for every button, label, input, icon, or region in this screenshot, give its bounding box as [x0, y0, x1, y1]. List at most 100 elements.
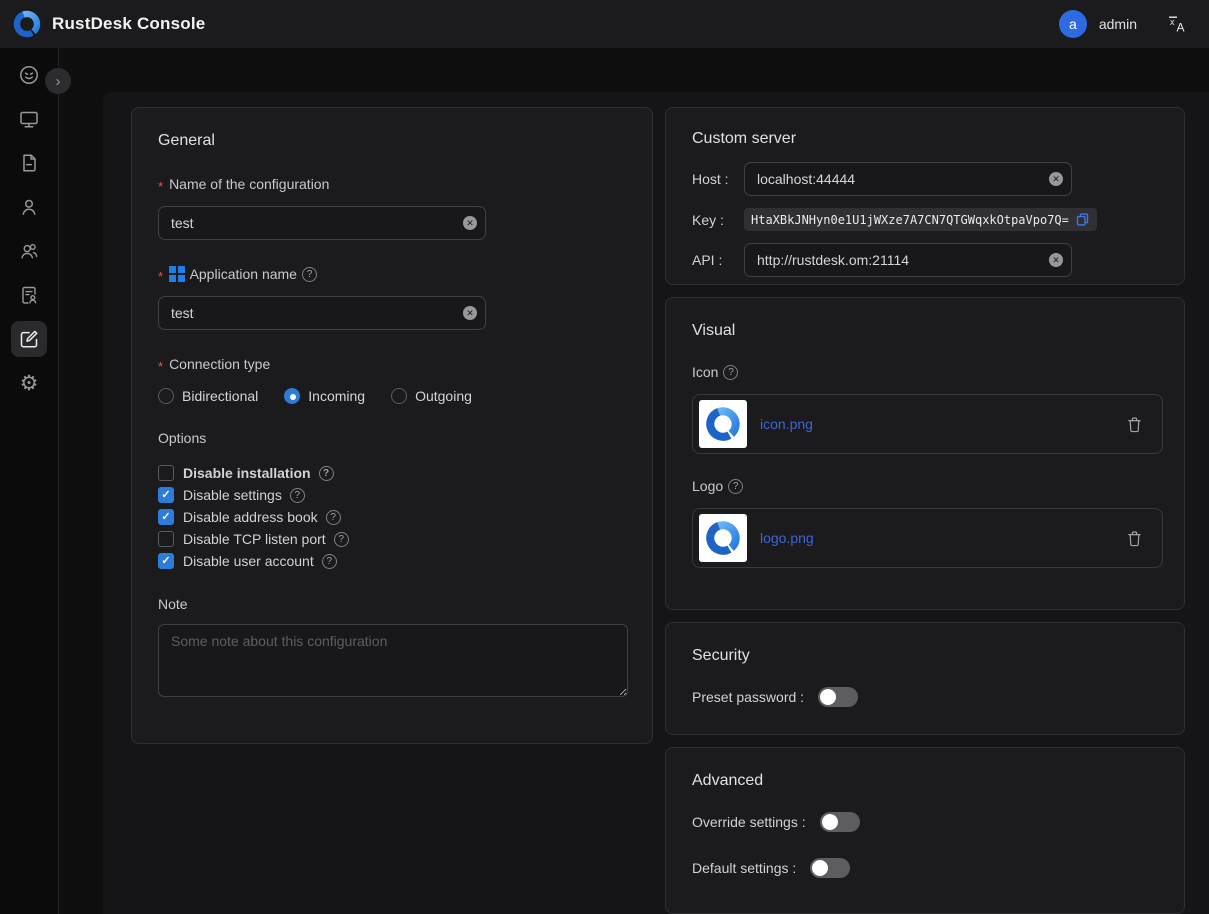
clear-icon[interactable]: ✕	[1049, 172, 1063, 186]
options-checklist: ✓ Disable installation? ✓ Disable settings?…	[158, 462, 626, 572]
config-name-label: * Name of the configuration	[158, 176, 626, 192]
checkbox-disable-settings[interactable]: ✓ Disable settings?	[158, 484, 626, 506]
brand: RustDesk Console	[12, 9, 205, 39]
sidebar-item-custom-clients[interactable]	[11, 321, 47, 357]
sidebar-item-devices[interactable]	[11, 101, 47, 137]
radio-incoming[interactable]: Incoming	[284, 388, 365, 404]
checkbox-box[interactable]: ✓	[158, 487, 174, 503]
default-settings-toggle[interactable]	[810, 858, 850, 878]
default-settings-label: Default settings :	[692, 860, 796, 876]
clear-icon[interactable]: ✕	[463, 216, 477, 230]
advanced-title: Advanced	[692, 772, 1158, 790]
checkbox-disable-address-book[interactable]: ✓ Disable address book?	[158, 506, 626, 528]
help-icon[interactable]: ?	[326, 510, 341, 525]
monitor-icon	[18, 108, 40, 130]
visual-title: Visual	[692, 322, 1158, 340]
users-group-icon	[18, 240, 40, 262]
config-name-input[interactable]	[158, 206, 486, 240]
clear-icon[interactable]: ✕	[1049, 253, 1063, 267]
sidebar-item-address-books[interactable]	[11, 277, 47, 313]
sidebar-item-dashboard[interactable]	[11, 57, 47, 93]
help-icon[interactable]: ?	[728, 479, 743, 494]
api-label: API :	[692, 252, 744, 268]
logo-label: Logo ?	[692, 478, 1158, 494]
checkbox-label: Disable settings	[183, 487, 282, 503]
checkbox-box[interactable]: ✓	[158, 553, 174, 569]
security-title: Security	[692, 647, 1158, 665]
avatar[interactable]: a	[1059, 10, 1087, 38]
checkbox-label: Disable TCP listen port	[183, 531, 326, 547]
sidebar-item-settings[interactable]: ⚙	[11, 365, 47, 401]
checkbox-label: Disable installation	[183, 465, 311, 481]
main-content: General * Name of the configuration ✕ * …	[59, 48, 1209, 914]
icon-thumbnail	[699, 400, 747, 448]
override-settings-toggle[interactable]	[820, 812, 860, 832]
key-label: Key :	[692, 212, 744, 228]
checkbox-disable-tcp-listen-port[interactable]: ✓ Disable TCP listen port?	[158, 528, 626, 550]
edit-square-icon	[18, 328, 40, 350]
options-label: Options	[158, 430, 626, 446]
icon-file-link[interactable]: icon.png	[760, 416, 813, 432]
sidebar-item-audit[interactable]	[11, 145, 47, 181]
help-icon[interactable]: ?	[334, 532, 349, 547]
radio-label: Incoming	[308, 388, 365, 404]
rustdesk-logo-icon	[704, 405, 742, 443]
preset-password-label: Preset password :	[692, 689, 804, 705]
connection-type-label: * Connection type	[158, 356, 626, 372]
advanced-card: Advanced Override settings : Default set…	[665, 747, 1185, 914]
security-card: Security Preset password :	[665, 622, 1185, 735]
visual-card: Visual Icon ? icon.png	[665, 297, 1185, 610]
help-icon[interactable]: ?	[302, 267, 317, 282]
document-user-icon	[18, 284, 40, 306]
checkbox-disable-user-account[interactable]: ✓ Disable user account?	[158, 550, 626, 572]
override-settings-label: Override settings :	[692, 814, 806, 830]
rustdesk-logo-icon	[704, 519, 742, 557]
checkbox-label: Disable user account	[183, 553, 314, 569]
radio-dot[interactable]	[284, 388, 300, 404]
checkbox-label: Disable address book	[183, 509, 318, 525]
application-name-input[interactable]	[158, 296, 486, 330]
copy-icon[interactable]	[1075, 212, 1090, 227]
checkbox-box[interactable]: ✓	[158, 465, 174, 481]
help-icon[interactable]: ?	[319, 466, 334, 481]
api-input[interactable]	[744, 243, 1072, 277]
radio-label: Bidirectional	[182, 388, 258, 404]
sidebar-item-users[interactable]	[11, 189, 47, 225]
help-icon[interactable]: ?	[290, 488, 305, 503]
radio-dot[interactable]	[158, 388, 174, 404]
sidebar: ›	[0, 48, 59, 914]
smiley-face-icon	[18, 64, 40, 86]
app-title: RustDesk Console	[52, 14, 205, 34]
host-input[interactable]	[744, 162, 1072, 196]
checkbox-box[interactable]: ✓	[158, 509, 174, 525]
username[interactable]: admin	[1099, 16, 1137, 32]
connection-type-radio-group: Bidirectional Incoming Outgoing	[158, 388, 626, 404]
help-icon[interactable]: ?	[723, 365, 738, 380]
general-card: General * Name of the configuration ✕ * …	[131, 107, 653, 744]
sidebar-item-groups[interactable]	[11, 233, 47, 269]
radio-dot[interactable]	[391, 388, 407, 404]
svg-text:x: x	[1170, 17, 1175, 27]
note-label: Note	[158, 596, 626, 612]
help-icon[interactable]: ?	[322, 554, 337, 569]
radio-outgoing[interactable]: Outgoing	[391, 388, 472, 404]
windows-icon	[169, 266, 185, 282]
custom-server-title: Custom server	[692, 130, 1158, 148]
radio-label: Outgoing	[415, 388, 472, 404]
trash-icon[interactable]	[1125, 415, 1144, 434]
translate-icon[interactable]: x A	[1167, 14, 1187, 34]
clear-icon[interactable]: ✕	[463, 306, 477, 320]
general-title: General	[158, 132, 626, 150]
checkbox-box[interactable]: ✓	[158, 531, 174, 547]
logo-file-link[interactable]: logo.png	[760, 530, 814, 546]
trash-icon[interactable]	[1125, 529, 1144, 548]
note-textarea[interactable]	[158, 624, 628, 697]
radio-bidirectional[interactable]: Bidirectional	[158, 388, 258, 404]
svg-text:A: A	[1177, 21, 1185, 35]
checkbox-disable-installation[interactable]: ✓ Disable installation?	[158, 462, 626, 484]
icon-label: Icon ?	[692, 364, 1158, 380]
sidebar-expand-button[interactable]: ›	[45, 68, 71, 94]
preset-password-toggle[interactable]	[818, 687, 858, 707]
rustdesk-logo-icon	[12, 9, 42, 39]
document-icon	[18, 152, 40, 174]
